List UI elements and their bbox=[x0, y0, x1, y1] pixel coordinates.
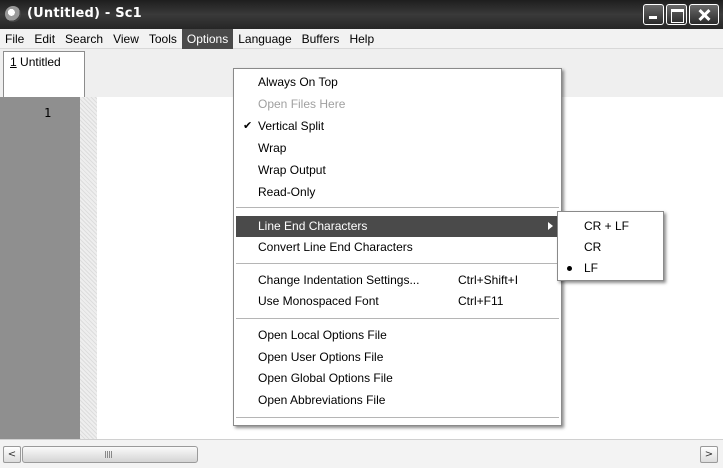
line-number: 1 bbox=[44, 106, 52, 120]
close-button[interactable] bbox=[689, 4, 719, 25]
menu-item-label: Change Indentation Settings... bbox=[258, 273, 420, 287]
menu-item-open-files-here: Open Files Here bbox=[236, 94, 559, 115]
menu-item-label: Line End Characters bbox=[258, 219, 368, 233]
scroll-left-button[interactable]: < bbox=[3, 446, 21, 463]
menu-buffers[interactable]: Buffers bbox=[297, 29, 345, 49]
menu-separator bbox=[236, 207, 559, 208]
app-icon[interactable] bbox=[5, 6, 21, 22]
menu-item-label: Convert Line End Characters bbox=[258, 240, 413, 254]
menu-item-vertical-split[interactable]: ✔ Vertical Split bbox=[236, 116, 559, 137]
submenu-item-lf[interactable]: LF bbox=[560, 258, 661, 279]
menu-separator bbox=[236, 318, 559, 319]
menu-item-label: Vertical Split bbox=[258, 119, 325, 133]
fold-margin[interactable] bbox=[80, 97, 97, 439]
horizontal-scrollbar[interactable]: < > bbox=[0, 439, 723, 468]
menu-file[interactable]: File bbox=[0, 29, 29, 49]
menu-item-open-global-options[interactable]: Open Global Options File bbox=[236, 368, 559, 389]
menu-help[interactable]: Help bbox=[344, 29, 379, 49]
menu-separator bbox=[236, 263, 559, 264]
menu-item-label: Wrap Output bbox=[258, 163, 326, 177]
menu-language[interactable]: Language bbox=[233, 29, 296, 49]
menu-bar: File Edit Search View Tools Options Lang… bbox=[0, 28, 723, 49]
submenu-arrow-icon bbox=[548, 222, 553, 230]
scrollbar-thumb[interactable] bbox=[22, 446, 198, 463]
submenu-item-label: CR bbox=[584, 240, 602, 254]
menu-item-label: Open Files Here bbox=[258, 97, 346, 111]
radio-bullet-icon bbox=[567, 266, 572, 271]
window-title: (Untitled) - Sc1 bbox=[27, 6, 142, 21]
line-number-gutter: 1 bbox=[0, 97, 80, 439]
submenu-item-label: CR + LF bbox=[584, 219, 630, 233]
menu-item-label: Wrap bbox=[258, 141, 287, 155]
menu-item-read-only[interactable]: Read-Only bbox=[236, 182, 559, 203]
menu-item-monospaced-font[interactable]: Use Monospaced Font Ctrl+F11 bbox=[236, 291, 559, 312]
menu-item-label: Open Abbreviations File bbox=[258, 393, 386, 407]
menu-tools[interactable]: Tools bbox=[144, 29, 182, 49]
tab-title: Untitled bbox=[16, 55, 61, 69]
menu-item-always-on-top[interactable]: Always On Top bbox=[236, 72, 559, 93]
menu-separator bbox=[236, 417, 559, 418]
minimize-button[interactable] bbox=[643, 4, 664, 25]
maximize-button[interactable] bbox=[666, 4, 687, 25]
options-menu: Always On Top Open Files Here ✔ Vertical … bbox=[233, 68, 562, 426]
menu-item-label: Open Global Options File bbox=[258, 371, 393, 385]
menu-item-wrap[interactable]: Wrap bbox=[236, 138, 559, 159]
tab-untitled[interactable]: 1 Untitled bbox=[3, 51, 85, 97]
tab-number: 1 bbox=[10, 55, 17, 69]
line-end-submenu: CR + LF CR LF bbox=[557, 211, 664, 281]
menu-item-line-end-characters[interactable]: Line End Characters bbox=[236, 216, 559, 237]
menu-view[interactable]: View bbox=[108, 29, 144, 49]
menu-item-convert-line-end[interactable]: Convert Line End Characters bbox=[236, 237, 559, 258]
submenu-item-cr[interactable]: CR bbox=[560, 237, 661, 258]
submenu-item-crlf[interactable]: CR + LF bbox=[560, 216, 661, 237]
menu-item-change-indentation[interactable]: Change Indentation Settings... Ctrl+Shift… bbox=[236, 270, 559, 291]
menu-item-open-user-options[interactable]: Open User Options File bbox=[236, 347, 559, 368]
submenu-item-label: LF bbox=[584, 261, 599, 275]
menu-edit[interactable]: Edit bbox=[29, 29, 60, 49]
menu-item-label: Always On Top bbox=[258, 75, 338, 89]
menu-item-wrap-output[interactable]: Wrap Output bbox=[236, 160, 559, 181]
menu-item-shortcut: Ctrl+F11 bbox=[458, 294, 504, 308]
menu-item-label: Use Monospaced Font bbox=[258, 294, 379, 308]
check-icon: ✔ bbox=[243, 120, 253, 132]
scroll-right-button[interactable]: > bbox=[700, 446, 718, 463]
menu-item-label: Open Local Options File bbox=[258, 328, 387, 342]
menu-item-open-abbreviations[interactable]: Open Abbreviations File bbox=[236, 390, 559, 411]
menu-item-shortcut: Ctrl+Shift+I bbox=[458, 273, 519, 287]
menu-item-label: Open User Options File bbox=[258, 350, 384, 364]
menu-search[interactable]: Search bbox=[60, 29, 108, 49]
title-bar[interactable]: (Untitled) - Sc1 bbox=[0, 0, 723, 29]
menu-item-open-local-options[interactable]: Open Local Options File bbox=[236, 325, 559, 346]
menu-item-label: Read-Only bbox=[258, 185, 316, 199]
menu-options[interactable]: Options bbox=[181, 28, 234, 49]
tab-label: 1 Untitled bbox=[10, 55, 61, 69]
